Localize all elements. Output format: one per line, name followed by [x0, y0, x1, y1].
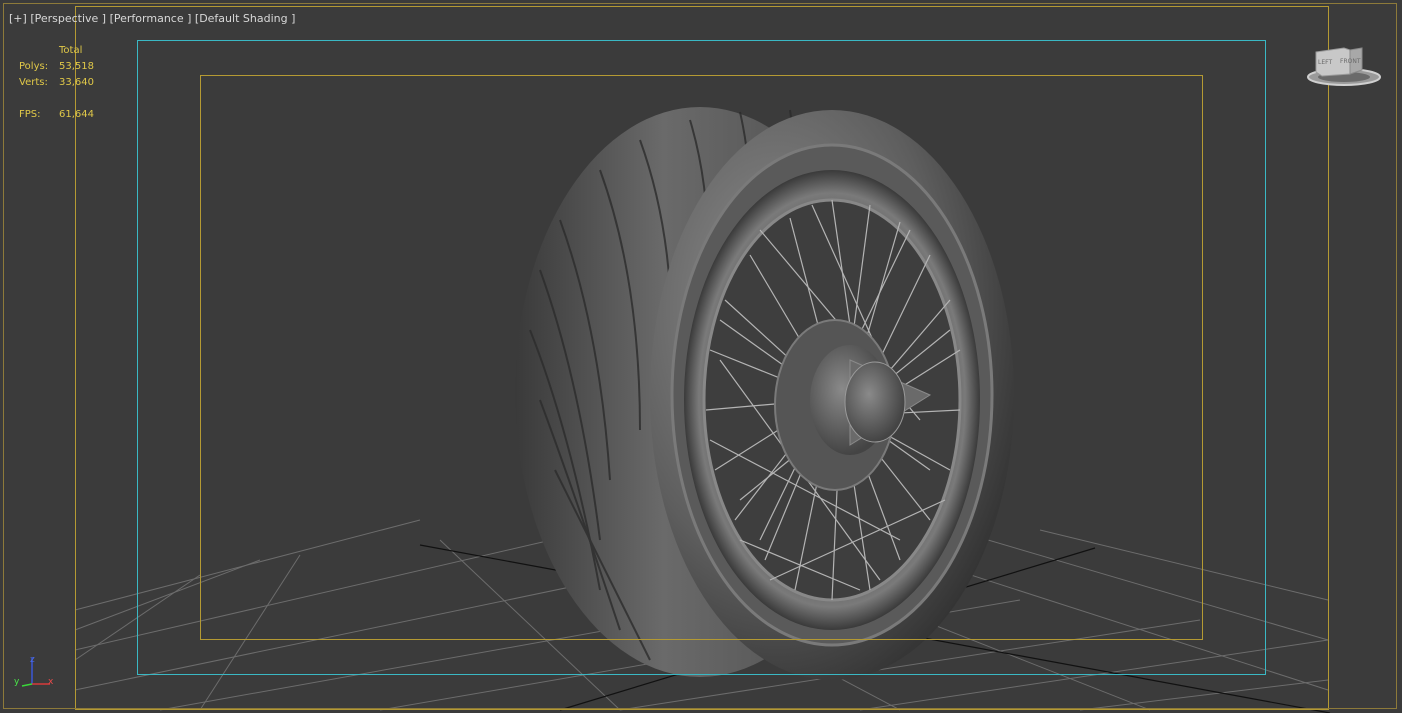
- axis-x-label: x: [48, 677, 54, 687]
- stats-header: Total: [59, 45, 83, 56]
- verts-label: Verts:: [19, 77, 48, 88]
- axis-z-label: z: [30, 655, 35, 665]
- viewport-view-menu[interactable]: [Perspective ]: [30, 12, 106, 25]
- perspective-viewport[interactable]: [+] [Perspective ] [Performance ] [Defau…: [0, 0, 1402, 713]
- viewcube-icon[interactable]: LEFT FRONT: [1306, 44, 1382, 88]
- fps-label: FPS:: [19, 109, 41, 120]
- viewcube-front-label[interactable]: FRONT: [1340, 58, 1361, 65]
- viewport-shading-menu[interactable]: [Default Shading ]: [195, 12, 295, 25]
- axis-tripod-icon: z y x: [14, 655, 54, 687]
- fps-value: 61,644: [59, 109, 94, 120]
- axis-y-label: y: [14, 677, 20, 687]
- viewport-label-bar: [+] [Perspective ] [Performance ] [Defau…: [9, 12, 295, 25]
- title-safe-frame: [200, 75, 1203, 640]
- viewport-mode-menu[interactable]: [Performance ]: [110, 12, 192, 25]
- viewcube-left-label[interactable]: LEFT: [1318, 59, 1332, 66]
- statistics-overlay: Total Polys: 53,518 Verts: 33,640 FPS: 6…: [19, 43, 119, 123]
- polys-label: Polys:: [19, 61, 49, 72]
- verts-value: 33,640: [59, 77, 94, 88]
- polys-value: 53,518: [59, 61, 94, 72]
- viewport-menu-plus[interactable]: [+]: [9, 12, 27, 25]
